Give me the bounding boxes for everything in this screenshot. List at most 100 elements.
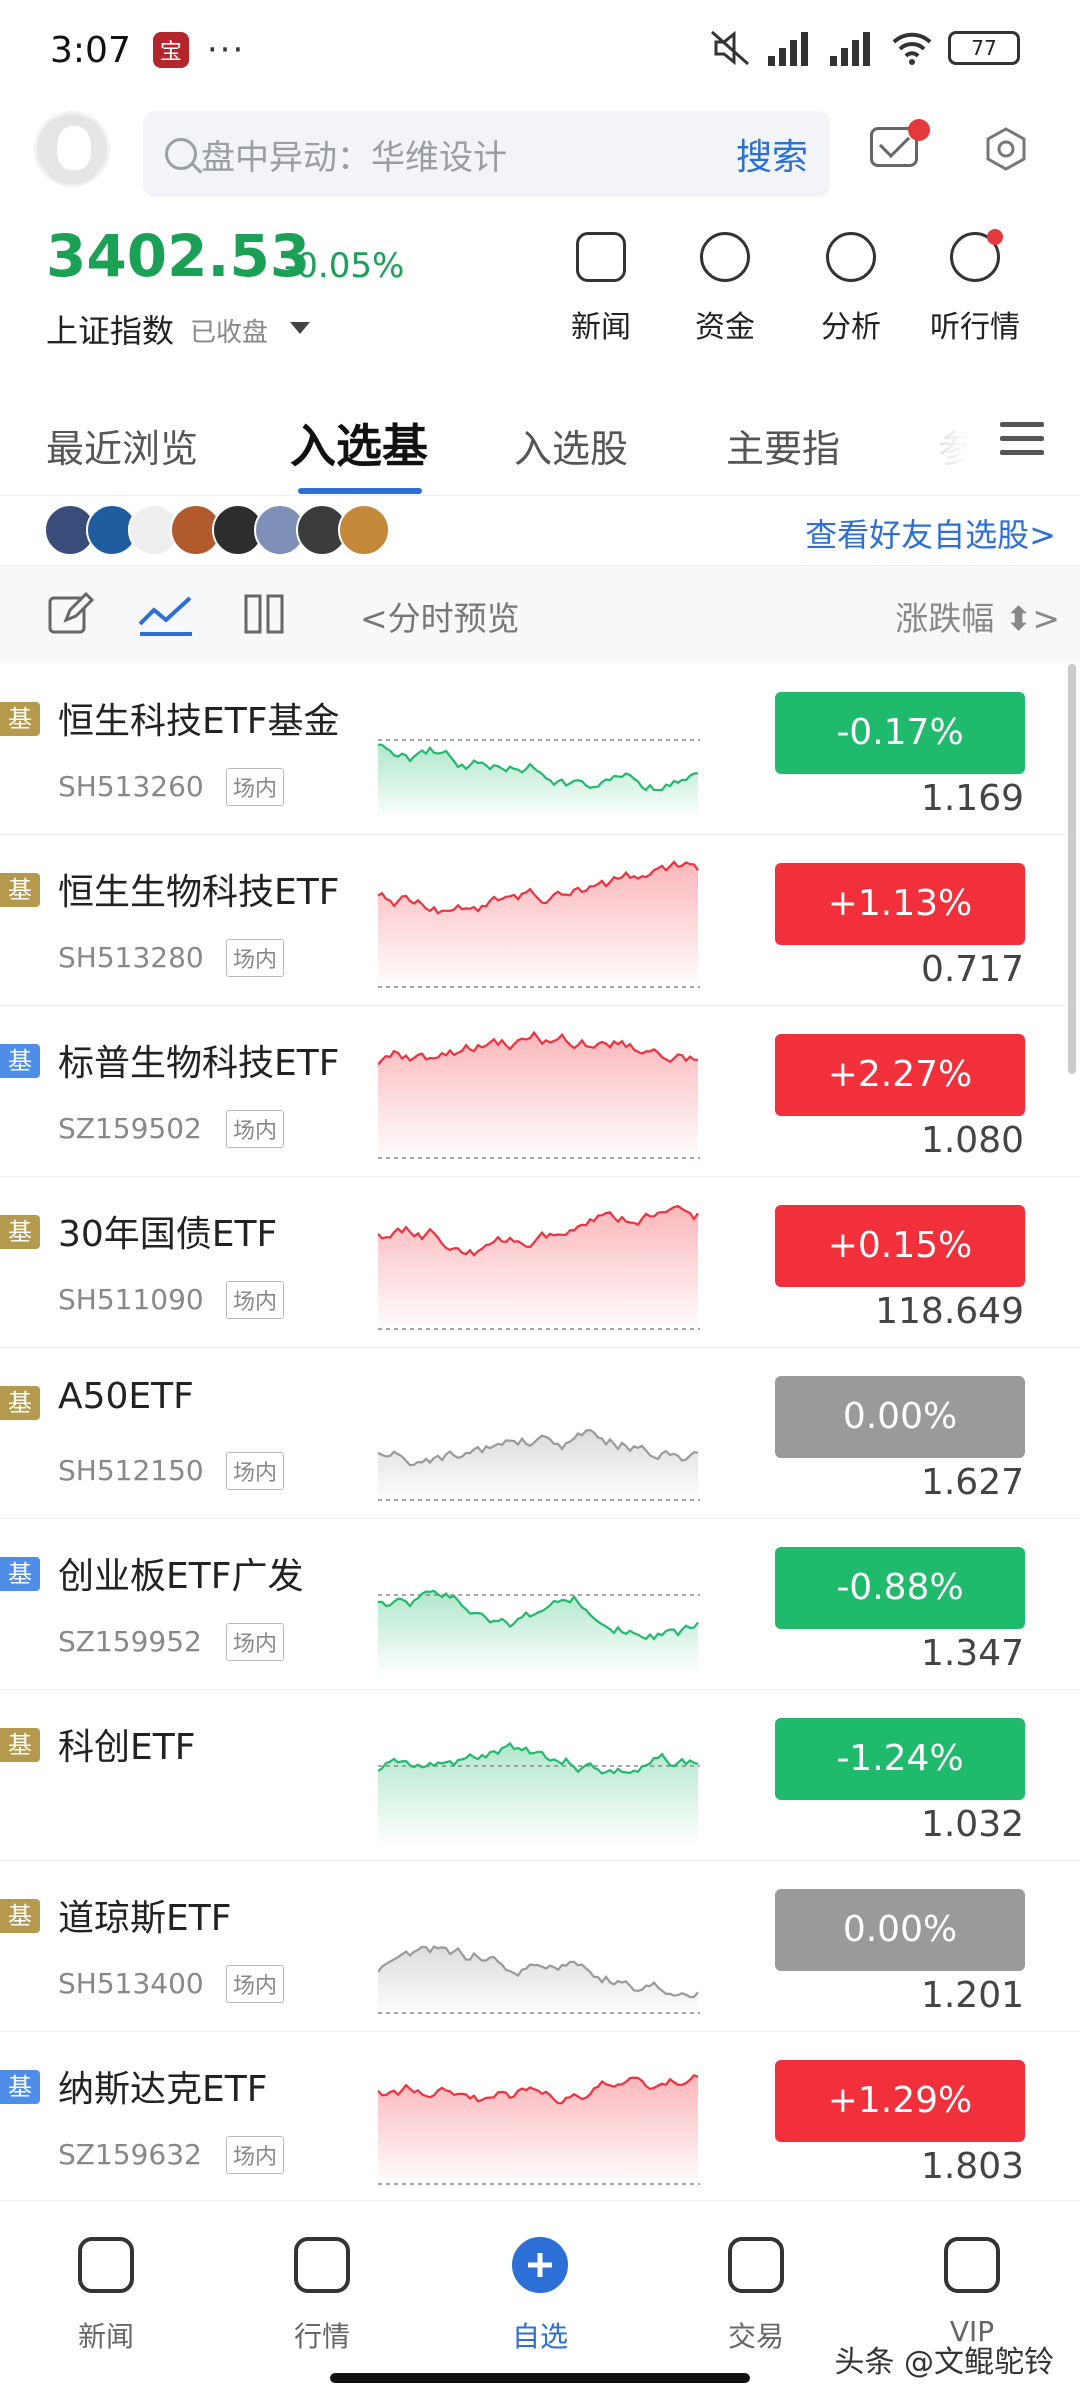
play-icon [950,229,1003,282]
tab-funds[interactable]: 入选基 [290,410,428,476]
tabs-fade [900,400,1000,490]
app-notification-icon: 宝 [152,32,189,68]
fund-name: 标普生物科技ETF [58,1043,340,1084]
change-badge[interactable]: +0.15% [775,1205,1025,1287]
settings-icon[interactable] [984,127,1028,171]
user-avatar[interactable] [34,111,110,187]
fund-code: SH513260 [58,770,204,803]
signal-icon [768,32,808,66]
search-input[interactable]: 盘中异动：华维设计 搜索 [143,111,830,197]
intraday-sparkline [378,739,700,820]
tab-bar: 最近浏览 入选基 入选股 主要指 参 [0,400,1080,496]
quick-label: 新闻 [571,310,631,345]
search-placeholder: 盘中异动：华维设计 [201,137,507,178]
nav-news[interactable]: 新闻 [36,2237,176,2355]
fund-row[interactable]: 基 A50ETF SH512150 场内 0.00% 1.627 [0,1348,1080,1519]
tab-stocks[interactable]: 入选股 [514,418,628,473]
change-badge[interactable]: -0.88% [775,1547,1025,1629]
news-icon [576,232,626,282]
search-button[interactable]: 搜索 [736,128,808,180]
status-time: 3:07 [50,29,131,71]
fund-row[interactable]: 基 30年国债ETF SH511090 场内 +0.15% 118.649 [0,1177,1080,1348]
nav-market[interactable]: 行情 [252,2237,392,2355]
status-indicators: 77 [708,28,1020,68]
line-chart-icon[interactable] [136,590,196,638]
market-badge: 场内 [226,1623,285,1661]
fund-name: 创业板ETF广发 [58,1556,304,1597]
fund-price: 1.080 [920,1120,1024,1161]
fund-price: 1.032 [920,1804,1024,1845]
change-badge[interactable]: -0.17% [775,692,1025,774]
fund-code: SZ159632 [58,2138,202,2171]
fund-name: 科创ETF [58,1727,196,1768]
sort-by-change-button[interactable]: 涨跌幅 ⬍> [895,592,1060,640]
fund-tag: 基 [0,702,40,736]
nav-watchlist[interactable]: 自选 [470,2237,610,2355]
chevron-down-icon[interactable] [290,322,310,334]
fund-row[interactable]: 基标普生物科技ETF SZ159502 场内 +2.27% 1.080 [0,1006,1080,1177]
market-badge: 场内 [226,2136,285,2174]
fund-row[interactable]: 基创业板ETF广发 SZ159952 场内 -0.88% 1.347 [0,1519,1080,1690]
nav-trade[interactable]: 交易 [686,2237,826,2355]
nav-vip[interactable]: VIP [902,2237,1042,2348]
fund-tag: 基 [0,1899,40,1933]
plus-nav-icon [512,2237,568,2293]
watermark: 头条 @文鲲鸵铃 [834,2345,1054,2380]
fund-tag: 基 [0,1557,40,1591]
fund-code: SH511090 [58,1283,204,1316]
fund-code: SH513400 [58,1967,204,2000]
fund-tag: 基 [0,1386,40,1420]
fund-code: SZ159952 [58,1625,202,1658]
fund-code: SH512150 [58,1454,204,1487]
view-friends-watchlist-link[interactable]: 查看好友自选股> [805,510,1056,556]
index-value[interactable]: 3402.53 [46,222,310,290]
market-badge: 场内 [226,1110,285,1148]
fund-price: 1.201 [920,1975,1024,2016]
edit-icon[interactable] [46,590,94,638]
friend-avatar [338,504,390,556]
scrollbar[interactable] [1068,664,1076,1074]
quick-analysis-button[interactable]: 分析 [796,232,906,346]
intraday-preview-button[interactable]: <分时预览 [360,592,520,640]
wifi-icon [892,32,932,65]
fund-tag: 基 [0,1044,40,1078]
index-name[interactable]: 上证指数 [46,306,174,352]
notification-badge [987,229,1003,245]
nav-label: 新闻 [77,2320,134,2353]
columns-icon[interactable] [242,590,286,638]
quick-listen-button[interactable]: 听行情 [920,229,1030,346]
search-icon [165,138,197,170]
intraday-sparkline [378,1741,700,1846]
tab-indices[interactable]: 主要指 [726,418,840,473]
market-badge: 场内 [226,1281,285,1319]
quick-label: 分析 [821,310,881,345]
fund-row[interactable]: 基科创ETF -1.24% 1.032 [0,1690,1080,1861]
fund-price: 1.169 [920,778,1024,819]
fund-tag: 基 [0,1728,40,1762]
tab-recent[interactable]: 最近浏览 [46,418,198,473]
change-badge[interactable]: 0.00% [775,1889,1025,1971]
active-tab-indicator [298,488,422,494]
fund-tag: 基 [0,2070,40,2104]
quick-news-button[interactable]: 新闻 [546,232,656,346]
analysis-icon [826,232,876,282]
fund-row[interactable]: 基道琼斯ETF SH513400 场内 0.00% 1.201 [0,1861,1080,2032]
battery-icon: 77 [948,31,1020,65]
signal-icon-2 [830,32,870,66]
market-badge: 场内 [226,768,285,806]
fund-row[interactable]: 基恒生生物科技ETF SH513280 场内 +1.13% 0.717 [0,835,1080,1006]
change-badge[interactable]: 0.00% [775,1376,1025,1458]
change-badge[interactable]: +1.13% [775,863,1025,945]
fund-row[interactable]: 基纳斯达克ETF SZ159632 场内 +1.29% 1.803 [0,2032,1080,2203]
quick-label: 听行情 [930,310,1020,345]
quick-funds-button[interactable]: 资金 [670,232,780,346]
change-badge[interactable]: +1.29% [775,2060,1025,2142]
change-badge[interactable]: -1.24% [775,1718,1025,1800]
change-badge[interactable]: +2.27% [775,1034,1025,1116]
fund-row[interactable]: 基恒生科技ETF基金 SH513260 场内 -0.17% 1.169 [0,664,1080,835]
more-notifications-icon: ··· [206,30,246,70]
fund-name: 30年国债ETF [58,1214,278,1255]
intraday-sparkline [378,1589,700,1675]
menu-icon[interactable] [1000,422,1044,458]
fund-name: 道琼斯ETF [58,1898,232,1939]
